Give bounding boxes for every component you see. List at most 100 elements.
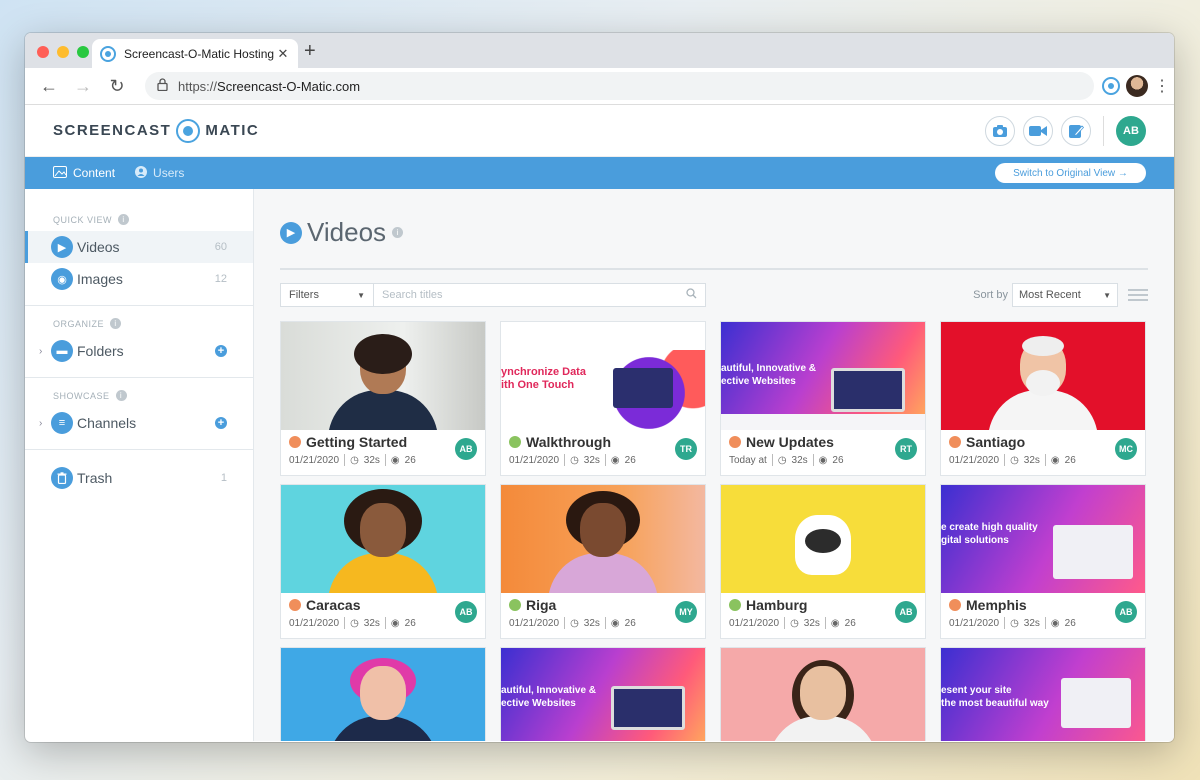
husky-illustration xyxy=(795,515,851,575)
sidebar-item-videos[interactable]: ▶ Videos 60 xyxy=(25,231,253,263)
card-title-text[interactable]: New Updates xyxy=(746,434,834,450)
card-title: Hamburg xyxy=(729,597,917,613)
list-icon: ≡ xyxy=(51,412,73,434)
video-thumbnail[interactable]: e create high quality gital solutions xyxy=(941,485,1145,593)
chevron-right-icon[interactable]: › xyxy=(39,418,42,429)
switch-view-button[interactable]: Switch to Original View → xyxy=(995,163,1146,183)
video-card[interactable]: Riga 01/21/2020 ◷ 32s ◉ 26 MY xyxy=(500,484,706,639)
card-title-text[interactable]: Hamburg xyxy=(746,597,807,613)
card-title-text[interactable]: Memphis xyxy=(966,597,1027,613)
video-card[interactable]: Caracas 01/21/2020 ◷ 32s ◉ 26 AB xyxy=(280,484,486,639)
clock-icon: ◷ xyxy=(1010,617,1019,629)
reload-icon[interactable]: ↻ xyxy=(103,72,131,100)
card-date: 01/21/2020 xyxy=(289,617,340,629)
owner-avatar[interactable]: AB xyxy=(1115,601,1137,623)
card-meta: 01/21/2020 ◷ 32s ◉ 26 xyxy=(729,617,917,629)
sidebar-item-label: Images xyxy=(77,271,123,287)
video-camera-icon: ▶ xyxy=(51,236,73,258)
filters-dropdown[interactable]: Filters ▼ xyxy=(280,283,374,307)
card-title-text[interactable]: Getting Started xyxy=(306,434,407,450)
desk-illustration xyxy=(721,414,925,430)
sort-dropdown[interactable]: Most Recent ▼ xyxy=(1012,283,1118,307)
address-bar[interactable]: https://Screencast-O-Matic.com xyxy=(145,72,1094,100)
clock-icon: ◷ xyxy=(350,617,359,629)
screencast-favicon-icon xyxy=(100,45,116,62)
maximize-window-button[interactable] xyxy=(77,46,89,58)
page-title: ▶ Videos i xyxy=(280,217,1148,248)
card-title-text[interactable]: Santiago xyxy=(966,434,1025,450)
video-card[interactable]: autiful, Innovative & ective Websites xyxy=(500,647,706,741)
video-thumbnail[interactable]: ynchronize Data ith One Touch xyxy=(501,322,705,430)
video-thumbnail[interactable]: autiful, Innovative & ective Websites xyxy=(721,322,925,430)
card-date: 01/21/2020 xyxy=(509,454,560,466)
nav-content[interactable]: Content xyxy=(53,165,115,181)
info-icon[interactable]: i xyxy=(110,318,122,329)
minimize-window-button[interactable] xyxy=(57,46,69,58)
video-card[interactable]: Getting Started 01/21/2020 ◷ 32s ◉ 26 AB xyxy=(280,321,486,476)
video-thumbnail[interactable] xyxy=(281,322,485,430)
video-card[interactable]: esent your site the most beautiful way xyxy=(940,647,1146,741)
card-views: 26 xyxy=(1064,454,1076,466)
sort-value: Most Recent xyxy=(1019,289,1081,301)
browser-menu-icon[interactable]: ⋮ xyxy=(1154,76,1170,96)
card-title-text[interactable]: Riga xyxy=(526,597,556,613)
eye-icon: ◉ xyxy=(830,617,840,629)
editor-button[interactable] xyxy=(1061,115,1091,146)
search-icon[interactable] xyxy=(686,288,697,302)
video-thumbnail[interactable]: autiful, Innovative & ective Websites xyxy=(501,648,705,741)
video-thumbnail[interactable] xyxy=(721,485,925,593)
forward-arrow-icon[interactable]: → xyxy=(69,72,97,100)
video-thumbnail[interactable] xyxy=(721,648,925,741)
profile-avatar[interactable] xyxy=(1126,75,1148,97)
video-thumbnail[interactable]: esent your site the most beautiful way xyxy=(941,648,1145,741)
url-protocol: https:// xyxy=(178,78,218,94)
browser-tab[interactable]: Screencast-O-Matic Hosting ✕ xyxy=(92,39,298,68)
nav-users[interactable]: Users xyxy=(135,165,184,181)
info-icon[interactable]: i xyxy=(115,390,127,401)
owner-avatar[interactable]: TR xyxy=(675,438,697,460)
video-card[interactable]: Hamburg 01/21/2020 ◷ 32s ◉ 26 AB xyxy=(720,484,926,639)
video-card[interactable]: Santiago 01/21/2020 ◷ 32s ◉ 26 MC xyxy=(940,321,1146,476)
owner-avatar[interactable]: RT xyxy=(895,438,917,460)
sidebar-item-folders[interactable]: › ▬ Folders + xyxy=(25,335,253,367)
search-input[interactable]: Search titles xyxy=(374,283,706,307)
list-view-icon[interactable] xyxy=(1128,287,1148,303)
video-thumbnail[interactable] xyxy=(281,485,485,593)
card-title-text[interactable]: Caracas xyxy=(306,597,361,613)
owner-avatar[interactable]: MY xyxy=(675,601,697,623)
info-icon[interactable]: i xyxy=(118,214,130,225)
card-title-text[interactable]: Walkthrough xyxy=(526,434,611,450)
sidebar-item-channels[interactable]: › ≡ Channels + xyxy=(25,407,253,439)
owner-avatar[interactable]: AB xyxy=(455,438,477,460)
video-thumbnail[interactable] xyxy=(941,322,1145,430)
quick-view-label: QUICK VIEW xyxy=(53,214,113,225)
add-channel-icon[interactable]: + xyxy=(215,417,227,429)
video-card[interactable] xyxy=(720,647,926,741)
tab-close-icon[interactable]: ✕ xyxy=(276,46,290,62)
extension-icon[interactable] xyxy=(1102,77,1120,95)
sidebar-item-trash[interactable]: Trash 1 xyxy=(25,462,253,494)
add-folder-icon[interactable]: + xyxy=(215,345,227,357)
video-card[interactable] xyxy=(280,647,486,741)
screenshot-button[interactable] xyxy=(985,115,1015,146)
owner-avatar[interactable]: AB xyxy=(455,601,477,623)
info-icon[interactable]: i xyxy=(392,227,404,238)
video-thumbnail[interactable] xyxy=(501,485,705,593)
video-card[interactable]: ynchronize Data ith One Touch Walkthroug… xyxy=(500,321,706,476)
card-duration: 32s xyxy=(583,617,600,629)
card-duration: 32s xyxy=(803,617,820,629)
video-card[interactable]: e create high quality gital solutions Me… xyxy=(940,484,1146,639)
close-window-button[interactable] xyxy=(37,46,49,58)
user-avatar[interactable]: AB xyxy=(1116,115,1146,146)
new-tab-button[interactable]: + xyxy=(304,41,316,61)
video-thumbnail[interactable] xyxy=(281,648,485,741)
chevron-right-icon[interactable]: › xyxy=(39,346,42,357)
video-card[interactable]: autiful, Innovative & ective Websites Ne… xyxy=(720,321,926,476)
record-video-button[interactable] xyxy=(1023,115,1053,146)
owner-avatar[interactable]: AB xyxy=(895,601,917,623)
back-arrow-icon[interactable]: ← xyxy=(35,72,63,100)
owner-avatar[interactable]: MC xyxy=(1115,438,1137,460)
app-logo[interactable]: SCREENCAST MATIC xyxy=(53,118,259,143)
sidebar-item-images[interactable]: ◉ Images 12 xyxy=(25,263,253,295)
eye-icon: ◉ xyxy=(610,617,620,629)
